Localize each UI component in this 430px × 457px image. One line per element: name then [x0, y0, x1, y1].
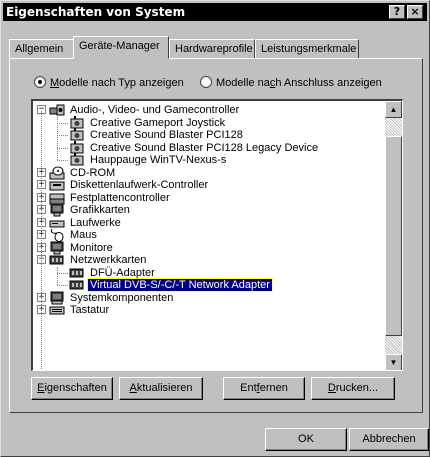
- tree-connector: [41, 111, 42, 370]
- tab-allgemein[interactable]: Allgemein: [9, 39, 75, 59]
- tree-connector: [57, 285, 68, 286]
- tab-leistungsmerkmale[interactable]: Leistungsmerkmale: [255, 39, 359, 59]
- radio-by-connection[interactable]: Modelle nach Anschluss anzeigen: [200, 75, 382, 91]
- tree-connector: [57, 147, 68, 149]
- close-button[interactable]: ×: [407, 5, 423, 19]
- scroll-up-button[interactable]: ▲: [385, 101, 402, 118]
- tree-item-label: Festplattencontroller: [70, 191, 170, 204]
- tree-item-label: Creative Gameport Joystick: [90, 116, 226, 129]
- tree-item-label: Netzwerkkarten: [70, 254, 147, 266]
- tab-geraete-manager[interactable]: Geräte-Manager: [73, 36, 169, 59]
- title-bar[interactable]: Eigenschaften von System ? ×: [3, 3, 427, 21]
- tree-item-label: Diskettenlaufwerk-Controller: [70, 179, 209, 191]
- tree-item-label: Creative Sound Blaster PCI128 Legacy Dev…: [90, 141, 319, 154]
- tree-item-label: Tastatur: [70, 304, 110, 316]
- print-button[interactable]: Drucken...: [311, 377, 395, 400]
- tree-item-label: CD-ROM: [70, 166, 116, 179]
- cancel-button[interactable]: Abbrechen: [349, 428, 429, 451]
- radio-by-type[interactable]: Modelle nach Typ anzeigen: [34, 75, 184, 91]
- radio-indicator: [200, 76, 212, 88]
- help-button[interactable]: ?: [389, 5, 405, 19]
- tree-item-label: Hauppauge WinTV-Nexus-s: [90, 154, 227, 166]
- device-tree[interactable]: Audio-, Video- und Gamecontroller − Creati…: [31, 99, 403, 371]
- refresh-button[interactable]: Aktualisieren: [119, 377, 203, 400]
- window-title: Eigenschaften von System: [6, 5, 186, 19]
- scroll-down-button[interactable]: ▼: [385, 354, 402, 370]
- tree-connector: [57, 160, 68, 161]
- tree-item-label: Creative Sound Blaster PCI128: [90, 129, 243, 141]
- close-icon: ×: [410, 5, 420, 18]
- tree-item-label: Maus: [70, 229, 97, 241]
- tree-item-label: Audio-, Video- und Gamecontroller: [70, 104, 240, 116]
- tree-connector: [57, 272, 68, 274]
- properties-button[interactable]: Eigenschaften: [31, 377, 113, 400]
- ok-button[interactable]: OK: [265, 428, 347, 451]
- tree-item-label: Monitore: [70, 241, 113, 254]
- tree-item-label: DFÜ-Adapter: [90, 266, 155, 279]
- tree-item-label: Virtual DVB-S/-C/-T Network Adapter: [87, 278, 273, 292]
- scroll-thumb[interactable]: [385, 136, 402, 336]
- tree-connector: [57, 122, 68, 124]
- tree-item-label: Systemkomponenten: [70, 291, 174, 304]
- tree-item-label: Laufwerke: [70, 216, 121, 229]
- radio-indicator-checked: [34, 76, 46, 88]
- remove-button[interactable]: Entfernen: [223, 377, 305, 400]
- keyboard-icon: [49, 303, 65, 317]
- tree-category[interactable]: Tastatur: [49, 303, 111, 317]
- tree-connector: [57, 117, 58, 160]
- tree-connector: [57, 267, 58, 285]
- tree-connector: [57, 135, 68, 136]
- tree-scrollbar[interactable]: ▲ ▼: [385, 101, 402, 370]
- system-properties-window: Eigenschaften von System ? × Allgemein G…: [0, 0, 430, 457]
- device-tree-list: Audio-, Video- und Gamecontroller − Creati…: [33, 101, 385, 370]
- tab-hardwareprofile[interactable]: Hardwareprofile: [169, 39, 255, 59]
- audio-icon: [49, 103, 65, 117]
- tree-item-label: Grafikkarten: [70, 204, 130, 216]
- network-card-icon: [49, 253, 65, 267]
